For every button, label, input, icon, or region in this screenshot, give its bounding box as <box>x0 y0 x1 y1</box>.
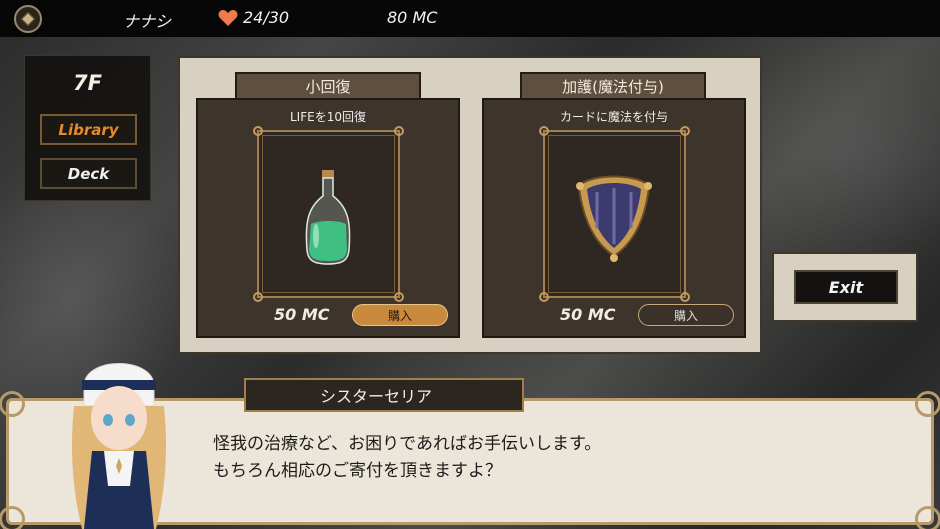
shop-item-card: カードに魔法を付与 50 MC 購入 <box>482 98 746 338</box>
nun-character-portrait <box>71 363 167 529</box>
speaker-name: シスターセリア <box>244 378 524 412</box>
shop-panel: 小回復 加護(魔法付与) LIFEを10回復 50 MC 購入 カードに魔法を付… <box>178 56 762 354</box>
item-frame <box>539 126 690 302</box>
shield-crest-icon <box>576 175 652 262</box>
game-screen: ナナシ 24/30 80 MC 7F Library Deck 小回復 加護(魔… <box>0 0 940 529</box>
buy-button[interactable]: 購入 <box>352 304 448 326</box>
hp-value: 24/30 <box>243 8 290 27</box>
green-potion-bottle-icon <box>305 170 351 265</box>
floor-panel: 7F Library Deck <box>24 55 151 201</box>
player-name: ナナシ <box>123 12 172 31</box>
dialog-line: もちろん相応のご寄付を頂きますよ？ <box>213 461 502 481</box>
item-title: 加護(魔法付与) <box>520 72 706 98</box>
deck-button[interactable]: Deck <box>40 158 137 189</box>
item-frame <box>253 126 404 302</box>
exit-panel: Exit <box>772 252 918 322</box>
item-price: 50 MC <box>274 305 330 324</box>
floor-indicator: 7F <box>73 71 102 95</box>
shop-item-card: LIFEを10回復 50 MC 購入 <box>196 98 460 338</box>
item-title: 小回復 <box>235 72 421 98</box>
library-button[interactable]: Library <box>40 114 137 145</box>
buy-button[interactable]: 購入 <box>638 304 734 326</box>
dialog-line: 怪我の治療など、お困りであればお手伝いします。 <box>213 434 602 454</box>
item-price: 50 MC <box>560 305 616 324</box>
money-value: 80 MC <box>387 8 438 27</box>
heart-icon <box>218 10 238 26</box>
item-description: LIFEを10回復 <box>290 110 366 124</box>
status-bar: ナナシ 24/30 80 MC <box>0 0 940 37</box>
item-description: カードに魔法を付与 <box>559 110 668 124</box>
menu-gem-icon[interactable] <box>14 5 42 33</box>
exit-button[interactable]: Exit <box>794 270 898 304</box>
